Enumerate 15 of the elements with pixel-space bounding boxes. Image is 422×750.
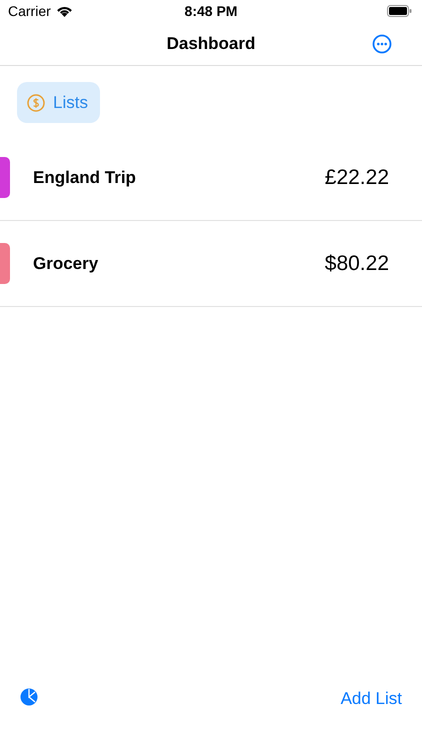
list-name: Grocery xyxy=(33,254,100,274)
list-amount: £22.22 xyxy=(324,166,389,190)
pie-chart-icon[interactable] xyxy=(20,688,38,706)
wifi-icon xyxy=(56,5,73,17)
list-row[interactable]: Grocery $80.22 xyxy=(0,221,422,307)
more-icon[interactable] xyxy=(372,34,392,54)
list-row[interactable]: England Trip £22.22 xyxy=(0,135,422,221)
dollar-coin-icon xyxy=(27,94,45,112)
list-amount: $80.22 xyxy=(324,252,389,276)
carrier-label: Carrier xyxy=(8,3,51,19)
add-list-button[interactable]: Add List xyxy=(340,689,402,709)
screen-title: Dashboard xyxy=(166,34,256,54)
list-name: England Trip xyxy=(33,168,137,188)
battery-icon xyxy=(387,5,412,17)
clock-time: 8:48 PM xyxy=(184,3,238,19)
